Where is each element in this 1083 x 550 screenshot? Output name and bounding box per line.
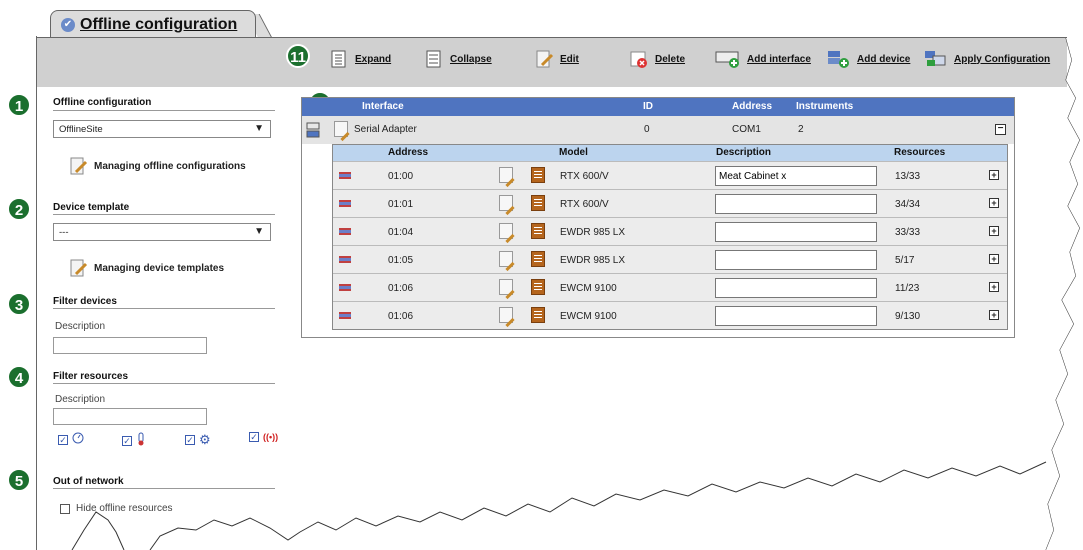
torn-edge-decoration: [71, 37, 1083, 550]
